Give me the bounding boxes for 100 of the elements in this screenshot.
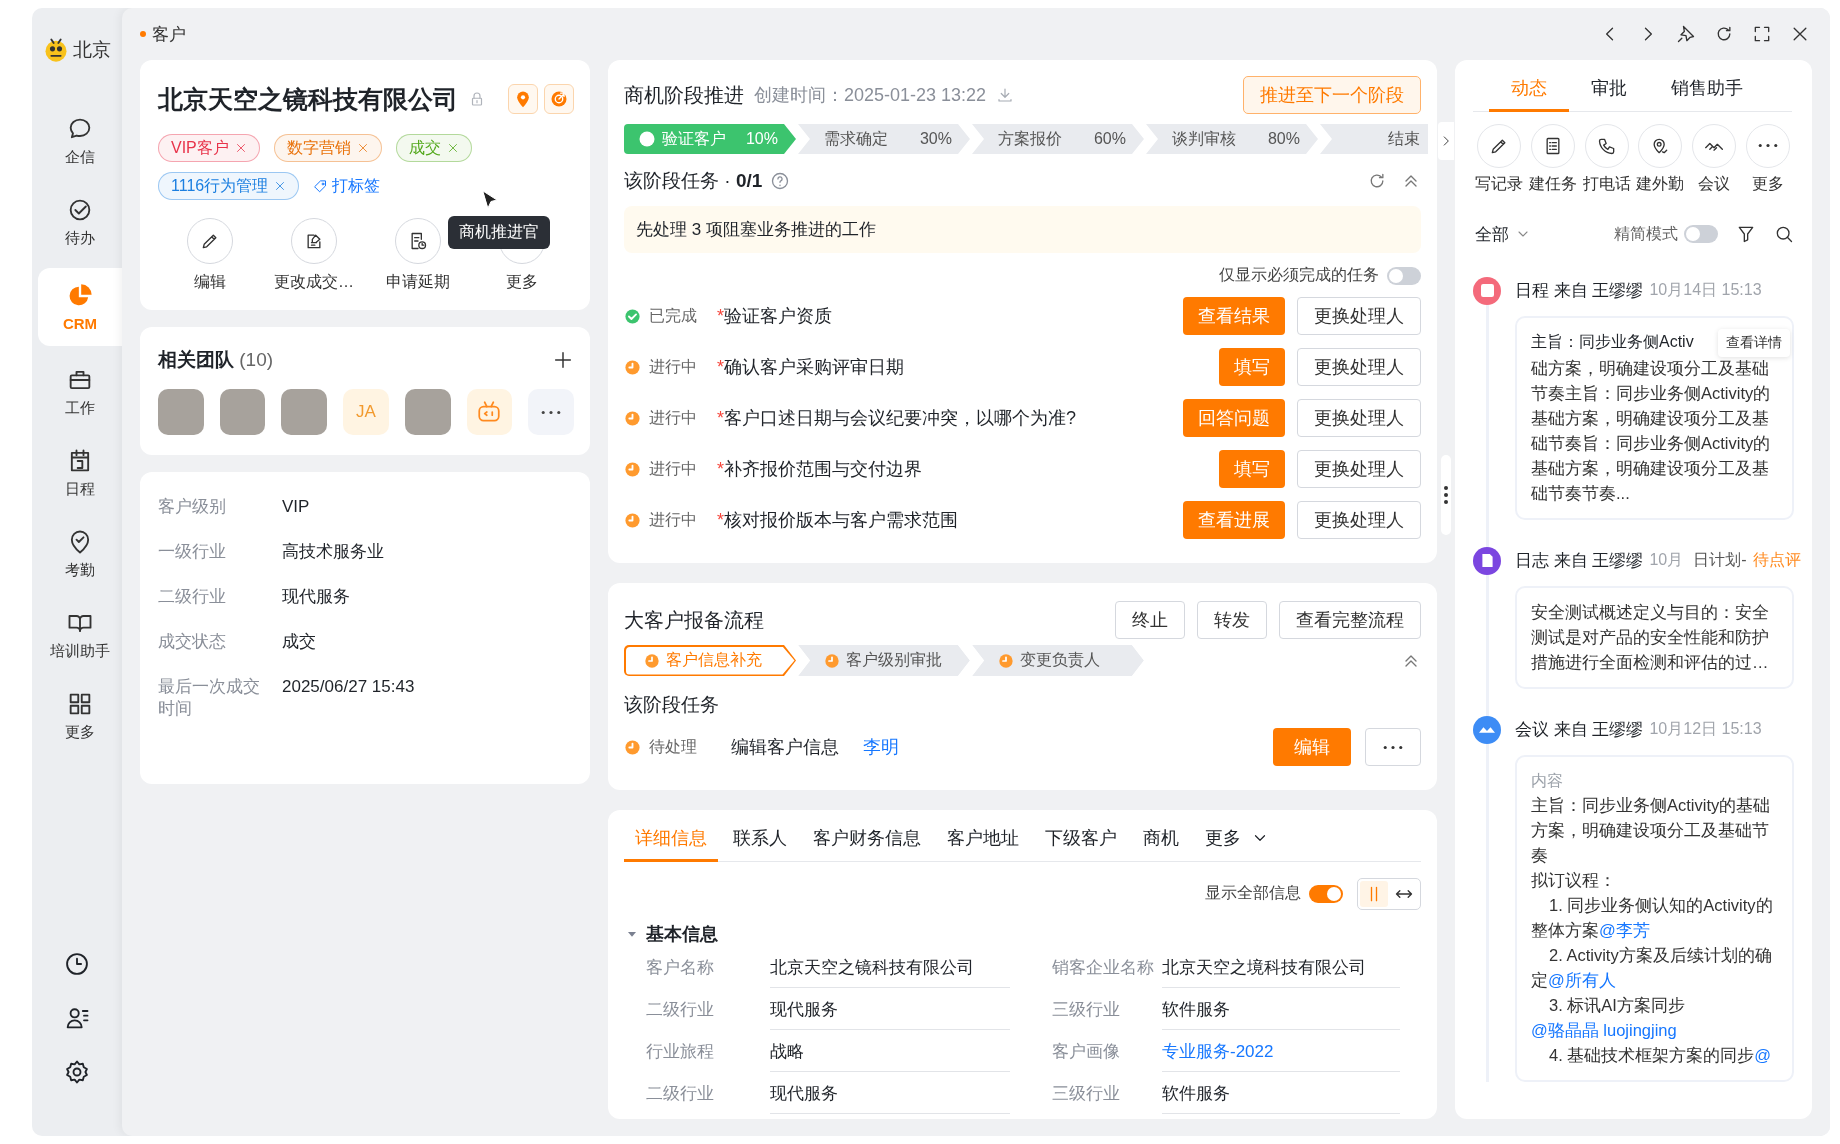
action-button[interactable] — [187, 218, 233, 264]
field-label: 二级行业 — [158, 586, 227, 608]
remove-icon[interactable] — [234, 142, 247, 154]
filter-dropdown[interactable]: 全部 — [1475, 222, 1531, 246]
add-tag-link[interactable]: 打标签 — [313, 175, 381, 197]
stage-step[interactable]: 方案报价 60% — [972, 124, 1144, 154]
tab[interactable]: 下级客户 — [1034, 818, 1128, 862]
task-title: *确认客户采购评审日期 — [717, 356, 905, 379]
add-icon[interactable] — [552, 349, 574, 371]
nav-item[interactable]: 更多 — [38, 681, 122, 751]
remove-icon[interactable] — [274, 180, 287, 192]
drag-handle[interactable] — [1441, 455, 1451, 535]
tab[interactable]: 联系人 — [722, 818, 798, 862]
clock-icon — [624, 460, 641, 478]
field-value: 现代服务 — [770, 987, 1010, 1030]
pin-icon[interactable] — [1676, 24, 1696, 44]
review-status: 待点评 — [1752, 550, 1801, 570]
mention-link[interactable]: @所有人 — [1548, 970, 1616, 989]
action-button[interactable] — [1531, 123, 1575, 168]
process-button[interactable]: 查看完整流程 — [1279, 601, 1421, 639]
reassign-button[interactable]: 更换处理人 — [1297, 297, 1421, 335]
clock-icon — [998, 652, 1014, 669]
task-title: *客户口述日期与会议纪要冲突，以哪个为准? — [717, 407, 1078, 430]
tab[interactable]: 审批 — [1569, 68, 1649, 112]
field-label: 行业旅程 — [646, 1040, 715, 1063]
field-value: 北京天空之境科技有限公司 — [1162, 945, 1400, 988]
nav-item[interactable]: 培训助手 — [38, 600, 122, 670]
nav-item[interactable]: 考勤 — [38, 519, 122, 589]
reassign-button[interactable]: 更换处理人 — [1297, 450, 1421, 488]
help-icon[interactable] — [770, 171, 791, 191]
action-label: 建外勤 — [1636, 173, 1685, 194]
tab[interactable]: 销售助手 — [1649, 68, 1765, 112]
search-icon[interactable] — [1774, 224, 1794, 244]
tab[interactable]: 客户地址 — [936, 818, 1030, 862]
action-button[interactable] — [291, 218, 337, 264]
clock-icon[interactable] — [63, 950, 91, 978]
meeting-text: 2. Activity方案及后续计划的确定@所有人 — [1531, 944, 1773, 991]
field-value: 战略 — [770, 1029, 1010, 1072]
mention-link[interactable]: @ — [1754, 1045, 1772, 1064]
section-title: 该阶段任务 · 0/1 — [624, 169, 763, 193]
fullscreen-icon[interactable] — [1752, 24, 1772, 44]
process-step[interactable]: 变更负责人 — [972, 645, 1144, 676]
tag-label: VIP客户 — [171, 137, 229, 158]
reassign-button[interactable]: 更换处理人 — [1297, 501, 1421, 539]
field-value: 2025/06/27 15:43 — [282, 676, 415, 698]
nav-item[interactable]: 企信 — [38, 106, 122, 176]
event-time: 10月 — [1649, 550, 1684, 570]
stage-step[interactable]: 谈判审核 80% — [1146, 124, 1318, 154]
location-button[interactable] — [508, 84, 538, 114]
action-label: 会议 — [1698, 173, 1730, 194]
expand-handle[interactable] — [1438, 122, 1454, 160]
toggle-switch[interactable] — [1387, 266, 1421, 285]
stage-step[interactable]: 结束 — [1320, 124, 1428, 154]
mention-link[interactable]: luojingjing — [1598, 1020, 1677, 1039]
toggle-switch[interactable] — [1309, 884, 1343, 903]
nav-item[interactable]: 工作 — [38, 357, 122, 427]
meeting-text: 1. 同步业务侧认知的Activity的整体方案@李芳 — [1531, 894, 1774, 941]
avatar-photo — [219, 389, 266, 435]
meeting-text: 主旨：同步业务侧Activity的基础方案，明确建设项分工及基础节奏 — [1531, 794, 1772, 866]
process-button[interactable]: 终止 — [1115, 601, 1185, 639]
assignee-link[interactable]: 李明 — [863, 735, 899, 759]
action-label: 打电话 — [1582, 173, 1631, 194]
field-label: 三级行业 — [1052, 1082, 1121, 1105]
process-step[interactable]: 客户级别审批 — [798, 645, 970, 676]
task-title: 编辑客户信息 — [731, 736, 839, 759]
toggle-label: 仅显示必须完成的任务 — [1219, 265, 1379, 285]
toggle-switch[interactable] — [1684, 225, 1718, 243]
tab[interactable]: 客户财务信息 — [802, 818, 932, 862]
target-button[interactable] — [544, 84, 574, 114]
process-button[interactable]: 转发 — [1197, 601, 1267, 639]
mention-link[interactable]: @李芳 — [1599, 920, 1650, 939]
avatar-photo — [158, 389, 204, 435]
clock-icon — [624, 409, 641, 427]
reassign-button[interactable]: 更换处理人 — [1297, 348, 1421, 386]
filter-icon[interactable] — [1736, 224, 1756, 244]
field-label: 二级行业 — [646, 1082, 715, 1105]
task-title: *验证客户资质 — [717, 305, 833, 328]
action-button[interactable] — [395, 218, 441, 264]
card-title: 商机阶段推进 — [624, 82, 744, 108]
settings-icon[interactable] — [63, 1058, 91, 1086]
mention-link[interactable]: @骆晶晶 — [1531, 1020, 1599, 1039]
field-value: VIP — [282, 496, 310, 518]
reassign-button[interactable]: 更换处理人 — [1297, 399, 1421, 437]
event-title: 会议 来自 王缪缪 — [1515, 719, 1644, 741]
toggle-label: 精简模式 — [1614, 223, 1678, 244]
task-status: 待处理 — [649, 736, 698, 757]
stage-step[interactable]: 需求确定 30% — [798, 124, 970, 154]
nav-item[interactable]: 日程 — [38, 438, 122, 508]
meeting-text: 3. 标讯AI方案同步 @骆晶晶 luojingjing — [1531, 994, 1686, 1041]
nav-item[interactable]: 待办 — [38, 187, 122, 257]
field-link[interactable]: 专业服务-2022 — [1162, 1029, 1400, 1072]
check-circle-icon — [624, 307, 641, 325]
action-label: 更多 — [506, 272, 538, 292]
meeting-text: 拟订议程： — [1531, 869, 1617, 891]
breadcrumb[interactable]: 客户 — [152, 22, 186, 46]
field-label: 客户画像 — [1052, 1040, 1121, 1063]
action-button[interactable] — [1692, 123, 1736, 168]
view-details-button[interactable]: 查看详情 — [1718, 328, 1790, 357]
tab[interactable]: 更多 — [1194, 818, 1280, 862]
tab[interactable]: 商机 — [1132, 818, 1190, 862]
